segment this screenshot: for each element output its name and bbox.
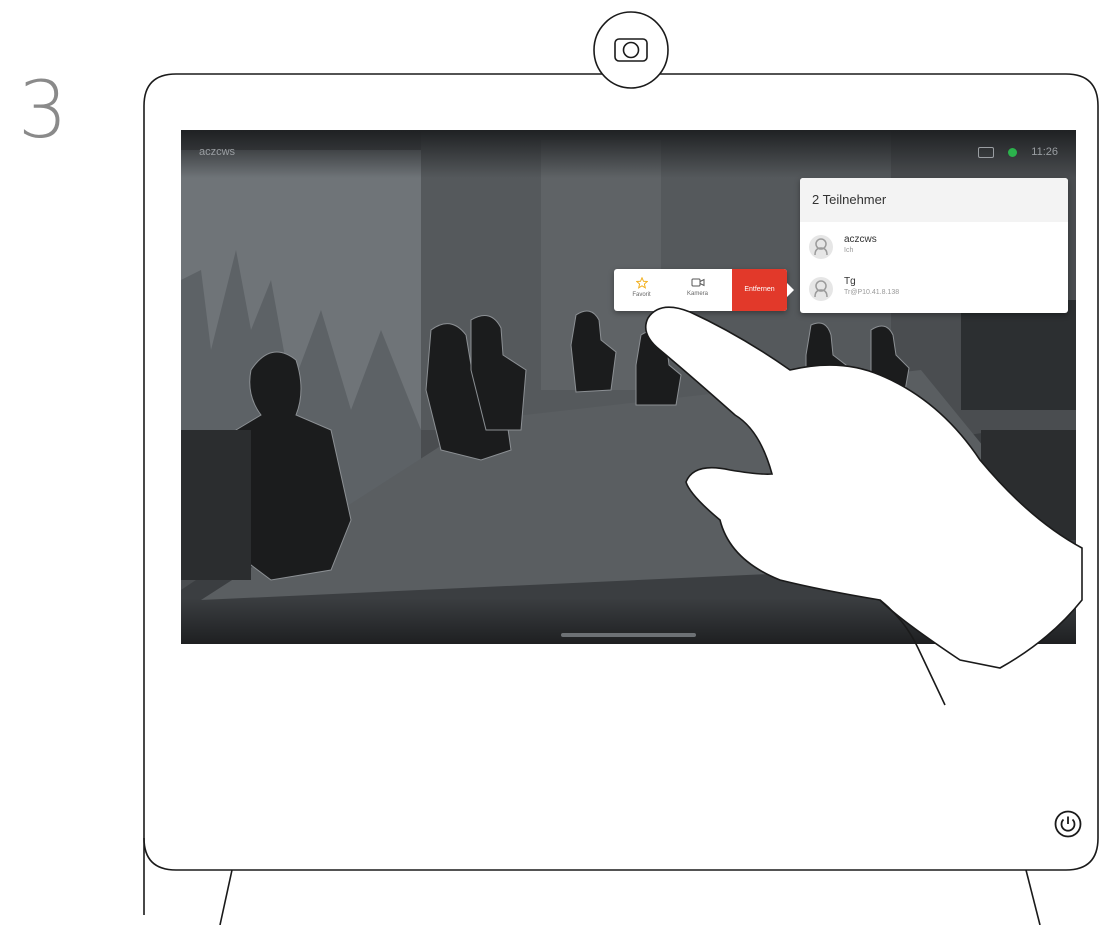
camera-button[interactable]: Kamera <box>670 269 725 311</box>
favorite-button[interactable]: Favorit <box>614 269 669 311</box>
remove-button[interactable]: Entfernen <box>732 269 787 311</box>
participant-name: Tg <box>844 276 856 287</box>
participant-subtitle: Tr@P10.41.8.138 <box>844 289 900 296</box>
video-camera-icon <box>691 278 704 287</box>
power-icon[interactable] <box>1054 810 1082 838</box>
star-icon <box>635 277 648 289</box>
bottom-bar <box>181 598 1076 644</box>
participant-row[interactable]: Tg Tr@P10.41.8.138 <box>808 270 1058 310</box>
participant-subtitle: Ich <box>844 247 854 254</box>
call-status-bar: aczcws 11:26 <box>181 130 1076 178</box>
participant-name: aczcws <box>844 234 877 245</box>
favorite-label: Favorit <box>632 292 651 298</box>
status-dot-icon <box>1008 147 1018 157</box>
webcam-icon <box>593 11 669 89</box>
clock: 11:26 <box>1031 146 1058 158</box>
participants-panel: 2 Teilnehmer aczcws Ich Tg Tr@P10.41.8.1… <box>800 178 1068 313</box>
home-indicator[interactable] <box>561 633 696 637</box>
avatar-icon <box>809 235 833 259</box>
avatar-icon <box>809 277 833 301</box>
call-screen: aczcws 11:26 2 Teilnehmer aczcws Ich Tg <box>181 130 1076 644</box>
layout-icon[interactable] <box>978 146 995 158</box>
participant-actions-popup: Favorit Kamera Entfernen <box>614 269 794 311</box>
participant-row[interactable]: aczcws Ich <box>808 228 1058 268</box>
participants-header: 2 Teilnehmer <box>800 178 1068 222</box>
call-name: aczcws <box>199 146 236 158</box>
camera-label: Kamera <box>686 291 708 297</box>
